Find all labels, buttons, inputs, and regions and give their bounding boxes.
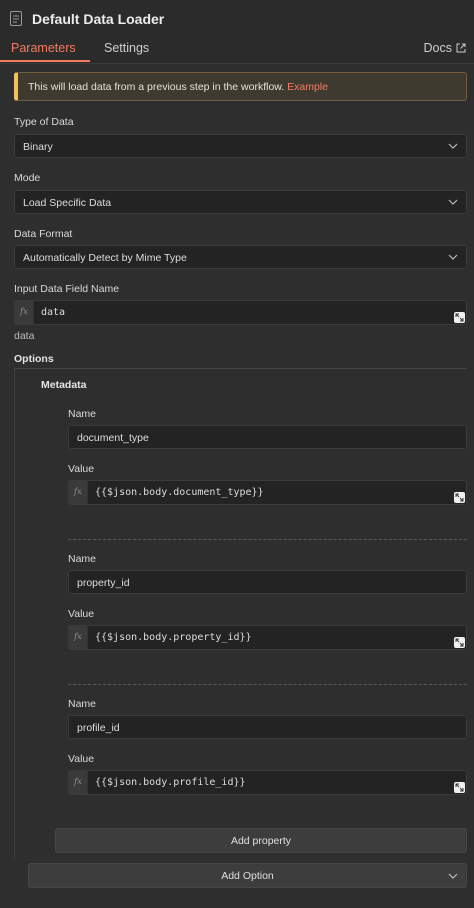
header-divider: [0, 63, 474, 64]
docs-label: Docs: [423, 41, 452, 55]
type-of-data-value: Binary: [23, 141, 53, 153]
property-value-expression[interactable]: fx {{$json.body.document_type}}: [68, 480, 467, 505]
mode-label: Mode: [14, 172, 41, 184]
chevron-down-icon: [448, 143, 458, 149]
tab-settings[interactable]: Settings: [104, 41, 149, 55]
title-row: Default Data Loader: [10, 11, 164, 27]
add-property-button[interactable]: Add property: [55, 828, 467, 853]
data-format-value: Automatically Detect by Mime Type: [23, 252, 187, 264]
property-name-label: Name: [68, 408, 97, 420]
add-option-label: Add Option: [221, 870, 274, 882]
property-separator: [68, 539, 467, 540]
property-value-label: Value: [68, 753, 95, 765]
external-link-icon: [456, 43, 466, 53]
property-value-text: {{$json.body.profile_id}}: [95, 777, 246, 788]
active-tab-indicator: [0, 60, 90, 62]
property-name-value: profile_id: [77, 722, 120, 734]
data-format-select[interactable]: Automatically Detect by Mime Type: [14, 245, 467, 269]
info-notice: This will load data from a previous step…: [14, 72, 467, 101]
tab-parameters[interactable]: Parameters: [11, 41, 76, 55]
property-name-input[interactable]: property_id: [68, 570, 467, 594]
notice-example-link[interactable]: Example: [287, 81, 328, 93]
type-of-data-label: Type of Data: [14, 116, 74, 128]
chevron-down-icon: [448, 873, 458, 879]
document-icon: [10, 11, 24, 27]
node-header: Default Data Loader Parameters Settings …: [0, 0, 474, 64]
options-divider: [14, 368, 467, 369]
property-value-expression[interactable]: fx {{$json.body.profile_id}}: [68, 770, 467, 795]
mode-value: Load Specific Data: [23, 197, 112, 209]
property-value-text: {{$json.body.document_type}}: [95, 487, 264, 498]
fx-icon: fx: [69, 771, 88, 794]
property-name-input[interactable]: document_type: [68, 425, 467, 449]
property-name-input[interactable]: profile_id: [68, 715, 467, 739]
input-field-expression[interactable]: fx data: [14, 300, 467, 325]
notice-text: This will load data from a previous step…: [28, 81, 285, 93]
property-value-text: {{$json.body.property_id}}: [95, 632, 252, 643]
options-guide-line: [14, 369, 15, 859]
metadata-label: Metadata: [41, 379, 87, 391]
property-name-label: Name: [68, 553, 97, 565]
data-format-label: Data Format: [14, 228, 73, 240]
property-separator: [68, 684, 467, 685]
property-value-expression[interactable]: fx {{$json.body.property_id}}: [68, 625, 467, 650]
input-field-value: data: [41, 307, 66, 318]
property-value-label: Value: [68, 608, 95, 620]
property-name-value: document_type: [77, 432, 149, 444]
options-label: Options: [14, 353, 54, 365]
fx-icon: fx: [15, 301, 34, 324]
node-title: Default Data Loader: [32, 11, 165, 27]
expand-icon[interactable]: [454, 312, 465, 323]
input-field-label: Input Data Field Name: [14, 283, 120, 295]
type-of-data-select[interactable]: Binary: [14, 134, 467, 158]
docs-link[interactable]: Docs: [424, 41, 466, 55]
input-field-hint: data: [14, 330, 35, 342]
add-property-label: Add property: [230, 835, 292, 847]
fx-icon: fx: [69, 626, 88, 649]
add-option-button[interactable]: Add Option: [28, 863, 467, 888]
mode-select[interactable]: Load Specific Data: [14, 190, 467, 214]
property-name-value: property_id: [77, 577, 130, 589]
property-name-label: Name: [68, 698, 97, 710]
expand-icon[interactable]: [454, 637, 465, 648]
chevron-down-icon: [448, 199, 458, 205]
chevron-down-icon: [448, 254, 458, 260]
fx-icon: fx: [69, 481, 88, 504]
expand-icon[interactable]: [454, 492, 465, 503]
property-value-label: Value: [68, 463, 95, 475]
expand-icon[interactable]: [454, 782, 465, 793]
